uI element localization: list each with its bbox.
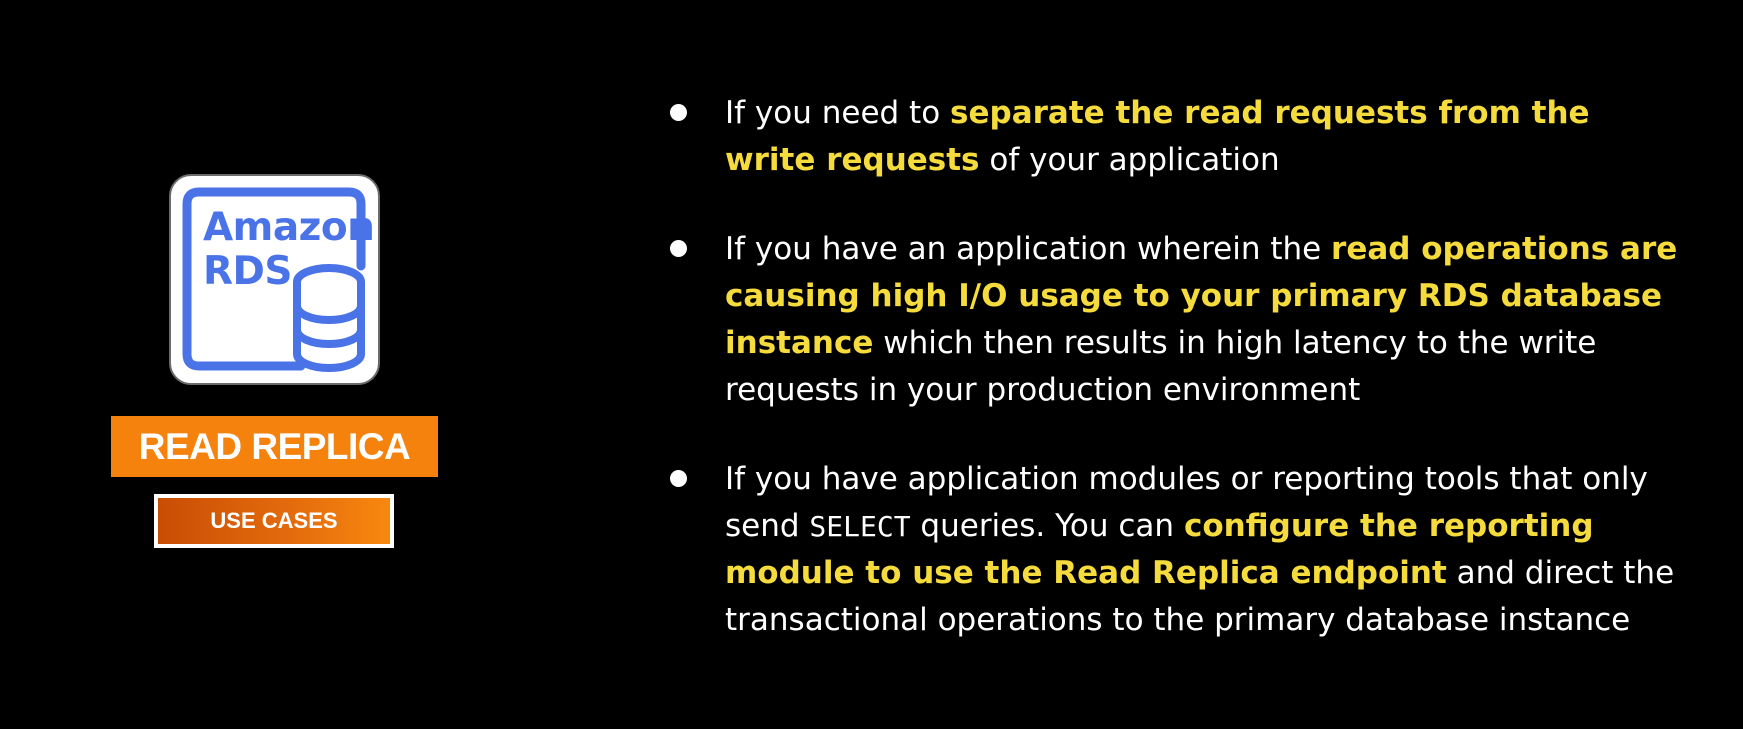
amazon-rds-logo: Amazon RDS [169, 174, 380, 385]
use-case-item: If you have an application wherein the r… [668, 226, 1688, 414]
slide: Amazon RDS READ REPLICA USE CASES If you… [0, 0, 1743, 729]
bullet-dot-icon [670, 240, 687, 257]
logo-text-rds: RDS [203, 249, 293, 294]
bullet-dot-icon [670, 470, 687, 487]
bullet-text: If you have an application wherein the [725, 231, 1332, 267]
use-case-item: If you need to separate the read request… [668, 90, 1688, 184]
bullet-text: queries. You can [910, 508, 1184, 544]
use-case-list: If you need to separate the read request… [668, 90, 1688, 686]
logo-text-amazon: Amazon [203, 205, 375, 250]
database-icon [293, 264, 365, 372]
use-cases-subtitle: USE CASES [154, 494, 394, 548]
use-case-item: If you have application modules or repor… [668, 456, 1688, 644]
bullet-code: SELECT [809, 510, 911, 543]
bullet-text: of your application [979, 142, 1280, 178]
bullet-dot-icon [670, 104, 687, 121]
bullet-text: If you need to [725, 95, 951, 131]
read-replica-title: READ REPLICA [111, 416, 438, 477]
